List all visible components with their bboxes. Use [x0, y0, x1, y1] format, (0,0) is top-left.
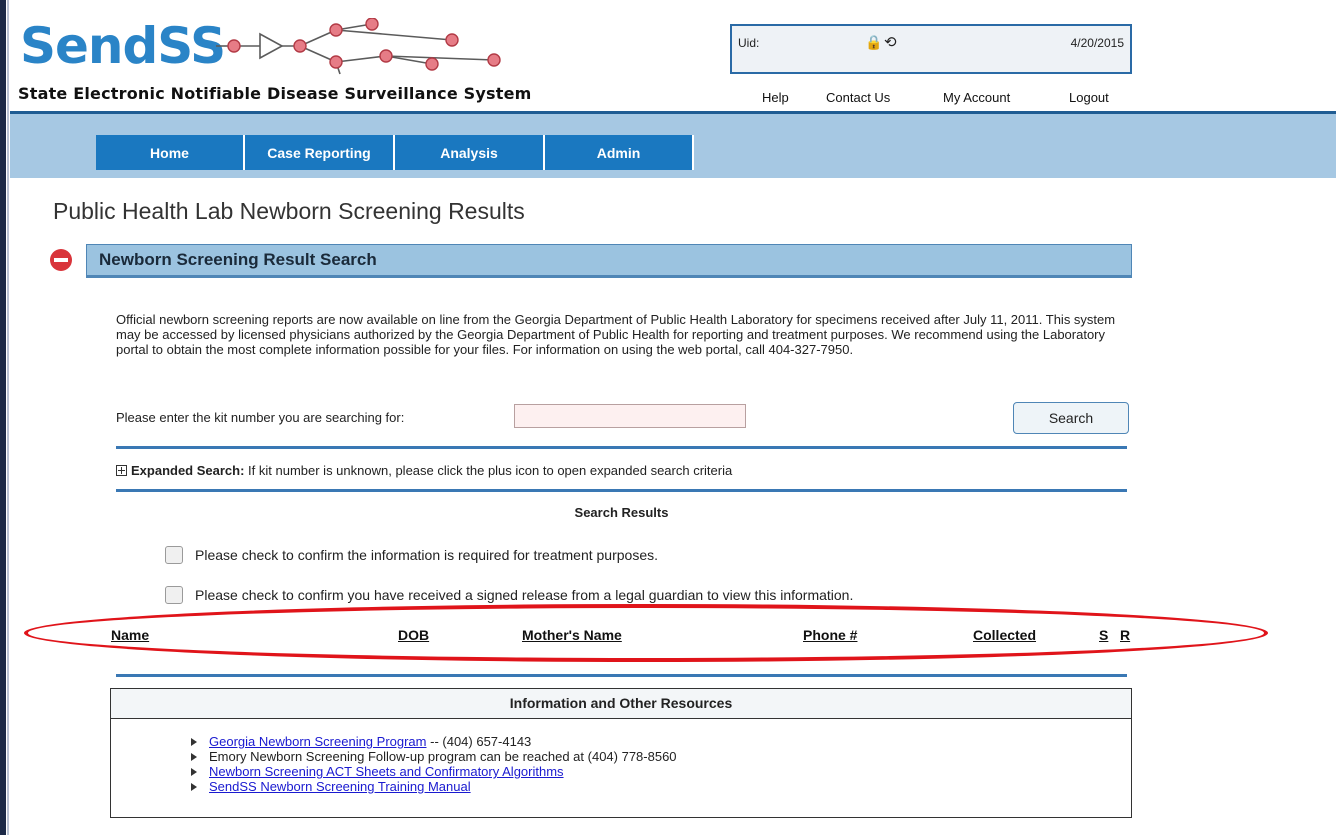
- section-underline: [86, 276, 1132, 278]
- collapse-section-icon[interactable]: [50, 249, 72, 271]
- list-item-text: -- (404) 657-4143: [426, 734, 532, 749]
- section-header: Newborn Screening Result Search: [86, 244, 1132, 276]
- act-sheets-link[interactable]: Newborn Screening ACT Sheets and Confirm…: [209, 764, 564, 779]
- tab-analysis[interactable]: Analysis: [395, 135, 545, 170]
- system-tagline: State Electronic Notifiable Disease Surv…: [18, 84, 532, 103]
- confirm-release-label: Please check to confirm you have receive…: [195, 587, 854, 603]
- help-link[interactable]: Help: [762, 90, 789, 105]
- highlight-oval: [24, 604, 1268, 662]
- list-item: SendSS Newborn Screening Training Manual: [186, 779, 677, 794]
- list-item: Newborn Screening ACT Sheets and Confirm…: [186, 764, 677, 779]
- search-button[interactable]: Search: [1013, 402, 1129, 434]
- kit-number-input[interactable]: [514, 404, 746, 428]
- divider: [116, 489, 1127, 492]
- uid-label: Uid:: [738, 36, 760, 50]
- divider: [116, 674, 1127, 677]
- kit-number-label: Please enter the kit number you are sear…: [116, 410, 405, 425]
- main-nav: Home Case Reporting Analysis Admin: [96, 135, 694, 170]
- expanded-search-label: Expanded Search:: [131, 463, 245, 478]
- refresh-icon[interactable]: ⟲: [884, 33, 897, 51]
- window-left-edge: [0, 0, 6, 835]
- confirm-release-row: Please check to confirm you have receive…: [165, 586, 853, 604]
- intro-paragraph: Official newborn screening reports are n…: [116, 312, 1116, 357]
- resources-box: Information and Other Resources Georgia …: [110, 688, 1132, 818]
- window-left-edge-inner: [7, 0, 9, 835]
- list-item: Georgia Newborn Screening Program -- (40…: [186, 734, 677, 749]
- expanded-search-text: If kit number is unknown, please click t…: [244, 463, 733, 478]
- my-account-link[interactable]: My Account: [943, 90, 1010, 105]
- ga-newborn-program-link[interactable]: Georgia Newborn Screening Program: [209, 734, 427, 749]
- expand-plus-icon[interactable]: [116, 465, 127, 476]
- current-date: 4/20/2015: [1070, 36, 1124, 50]
- lock-icon[interactable]: 🔒: [865, 34, 882, 51]
- list-item: Emory Newborn Screening Follow-up progra…: [186, 749, 677, 764]
- page-title: Public Health Lab Newborn Screening Resu…: [53, 198, 525, 224]
- search-results-title: Search Results: [574, 505, 669, 520]
- tab-admin[interactable]: Admin: [545, 135, 694, 170]
- contact-us-link[interactable]: Contact Us: [826, 90, 890, 105]
- tab-case-reporting[interactable]: Case Reporting: [245, 135, 395, 170]
- tab-home[interactable]: Home: [96, 135, 245, 170]
- confirm-treatment-row: Please check to confirm the information …: [165, 546, 658, 564]
- resources-title: Information and Other Resources: [111, 689, 1131, 719]
- confirm-treatment-label: Please check to confirm the information …: [195, 547, 658, 563]
- confirm-release-checkbox[interactable]: [165, 586, 183, 604]
- user-info-box: Uid: 🔒 ⟲ 4/20/2015: [730, 24, 1132, 74]
- training-manual-link[interactable]: SendSS Newborn Screening Training Manual: [209, 779, 471, 794]
- logo-text: SendSS: [20, 17, 226, 75]
- expanded-search-row: Expanded Search: If kit number is unknow…: [116, 463, 732, 478]
- network-logo-icon: [216, 18, 501, 75]
- confirm-treatment-checkbox[interactable]: [165, 546, 183, 564]
- section-title: Newborn Screening Result Search: [99, 250, 377, 269]
- list-item-text: Emory Newborn Screening Follow-up progra…: [209, 749, 677, 764]
- divider: [116, 446, 1127, 449]
- resources-list: Georgia Newborn Screening Program -- (40…: [186, 734, 677, 794]
- logout-link[interactable]: Logout: [1069, 90, 1109, 105]
